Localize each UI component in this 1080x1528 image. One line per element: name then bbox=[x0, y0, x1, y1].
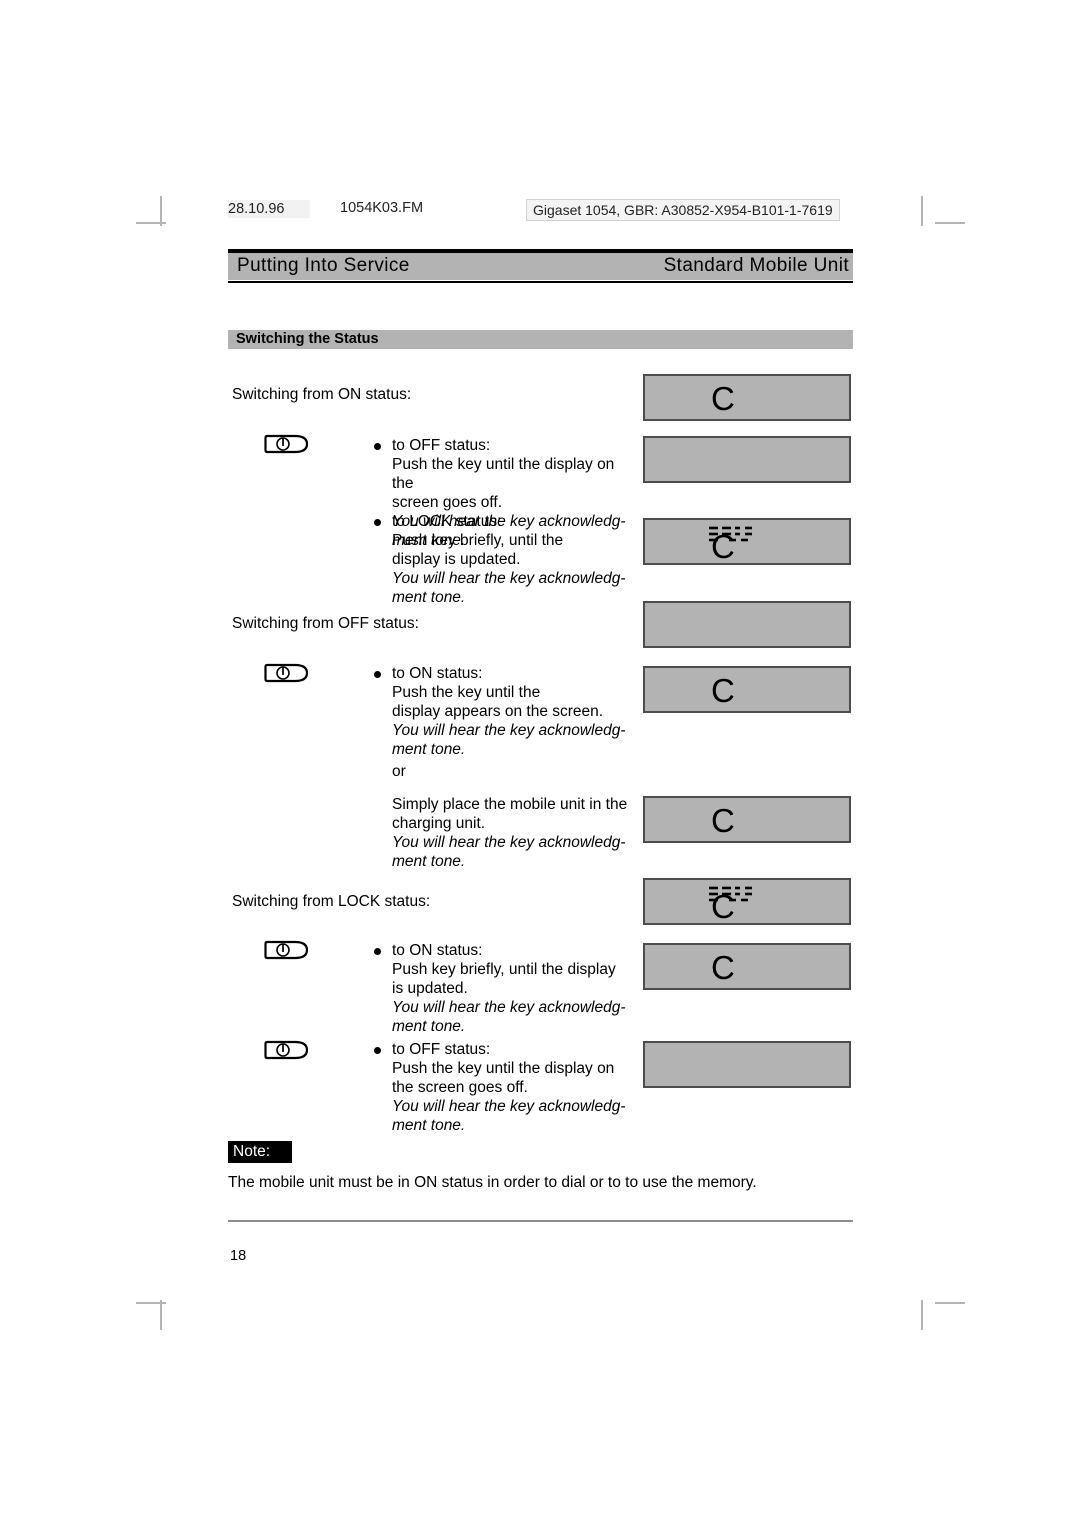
bullet-note: You will hear the key acknowledg- ment t… bbox=[392, 999, 626, 1035]
crop-mark-bottom-right-horizontal bbox=[935, 1302, 965, 1304]
display-on-4: C bbox=[643, 943, 851, 990]
display-glyph: C bbox=[711, 380, 735, 417]
revision-date: 28.10.96 bbox=[228, 200, 310, 218]
instruction-on-to-lock: to LOCK status: Push key briefly, until … bbox=[370, 512, 630, 607]
crop-mark-top-right-vertical bbox=[921, 196, 923, 226]
bullet-body: Push key briefly, until the display is u… bbox=[392, 532, 564, 568]
power-key-icon bbox=[264, 662, 310, 684]
bullet-label: to LOCK status: bbox=[392, 513, 502, 530]
bullet-body: Push key briefly, until the display is u… bbox=[392, 961, 616, 997]
instruction-off-to-on: to ON status: Push the key until the dis… bbox=[370, 664, 630, 759]
note-label: Note: bbox=[228, 1141, 293, 1163]
alternative-body: Simply place the mobile unit in the char… bbox=[392, 796, 628, 832]
alternative-note: You will hear the key acknowledg- ment t… bbox=[392, 834, 626, 870]
display-glyph: C bbox=[711, 528, 735, 565]
lead-switching-from-on: Switching from ON status: bbox=[232, 386, 412, 403]
bullet-note: You will hear the key acknowledg- ment t… bbox=[392, 570, 626, 606]
section-heading-text: Switching the Status bbox=[236, 331, 379, 347]
lead-switching-from-off: Switching from OFF status: bbox=[232, 615, 419, 632]
display-on-2: C bbox=[643, 666, 851, 713]
display-off-2 bbox=[643, 601, 851, 648]
power-key-icon bbox=[264, 433, 310, 455]
lead-switching-from-lock: Switching from LOCK status: bbox=[232, 893, 431, 910]
crop-mark-bottom-right-vertical bbox=[921, 1300, 923, 1330]
display-off-1 bbox=[643, 436, 851, 483]
note-text: The mobile unit must be in ON status in … bbox=[228, 1174, 757, 1191]
instruction-lock-to-on: to ON status: Push key briefly, until th… bbox=[370, 941, 632, 1036]
bullet-body: Push the key until the display on the sc… bbox=[392, 456, 615, 511]
section-heading-band: Switching the Status bbox=[228, 330, 853, 349]
bullet-body: Push the key until the display appears o… bbox=[392, 684, 604, 720]
instruction-lock-to-off: to OFF status: Push the key until the di… bbox=[370, 1040, 632, 1135]
instruction-off-alternative: Simply place the mobile unit in the char… bbox=[392, 795, 637, 871]
bullet-label: to ON status: bbox=[392, 665, 483, 682]
product-title: Standard Mobile Unit bbox=[663, 255, 849, 276]
crop-mark-top-left-horizontal bbox=[136, 222, 166, 224]
display-glyph: C bbox=[711, 802, 735, 839]
source-filename: 1054K03.FM bbox=[340, 200, 424, 216]
bullet-body: Push the key until the display on the sc… bbox=[392, 1060, 615, 1096]
display-off-3 bbox=[643, 1041, 851, 1088]
bullet-note: You will hear the key acknowledg- ment t… bbox=[392, 1098, 626, 1134]
display-glyph: C bbox=[711, 888, 735, 925]
display-lock-1: C bbox=[643, 518, 851, 565]
chapter-header-band: Putting Into Service Standard Mobile Uni… bbox=[228, 253, 853, 280]
power-key-icon bbox=[264, 1039, 310, 1061]
page-number: 18 bbox=[230, 1248, 247, 1264]
bullet-label: to OFF status: bbox=[392, 1041, 491, 1058]
bullet-note: You will hear the key acknowledg- ment t… bbox=[392, 722, 626, 758]
crop-mark-top-right-horizontal bbox=[935, 222, 965, 224]
display-on-3: C bbox=[643, 796, 851, 843]
crop-mark-bottom-left-vertical bbox=[160, 1300, 162, 1330]
bullet-label: to ON status: bbox=[392, 942, 483, 959]
display-glyph: C bbox=[711, 949, 735, 986]
power-key-icon bbox=[264, 939, 310, 961]
footer-rule bbox=[228, 1220, 853, 1222]
header-rule-bottom bbox=[228, 281, 853, 283]
display-glyph: C bbox=[711, 672, 735, 709]
display-lock-2: C bbox=[643, 878, 851, 925]
or-separator-label: or bbox=[392, 763, 406, 780]
bullet-label: to OFF status: bbox=[392, 437, 491, 454]
display-on-1: C bbox=[643, 374, 851, 421]
running-head: 28.10.96 1054K03.FM Gigaset 1054, GBR: A… bbox=[228, 199, 854, 222]
document-part-number: Gigaset 1054, GBR: A30852-X954-B101-1-76… bbox=[526, 199, 840, 221]
chapter-title: Putting Into Service bbox=[237, 255, 410, 276]
